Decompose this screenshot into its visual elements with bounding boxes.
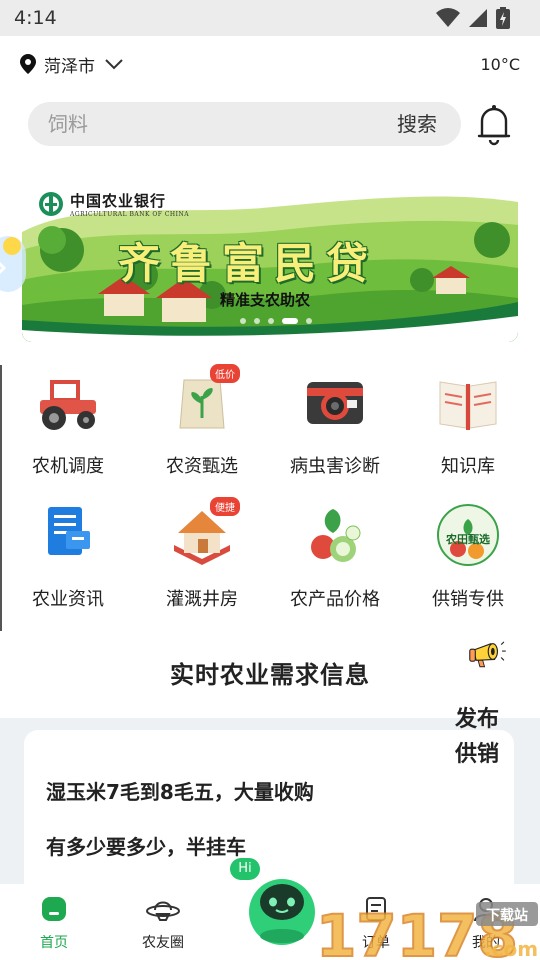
bank-name-en: AGRICULTURAL BANK OF CHINA	[70, 211, 190, 218]
left-edge-divider	[0, 365, 2, 631]
location-selector[interactable]: 菏泽市 10°C	[0, 44, 540, 84]
straw-hat-icon	[146, 901, 180, 921]
tractor-icon	[40, 380, 96, 430]
grid-label: 农机调度	[32, 456, 104, 477]
book-icon	[439, 381, 497, 430]
grid-label: 灌溉井房	[166, 589, 238, 610]
nav-label: 农友圈	[142, 935, 184, 951]
grid-item-news[interactable]: 农业资讯	[8, 503, 128, 611]
status-icons	[436, 7, 510, 29]
home-icon	[42, 897, 66, 921]
nav-community[interactable]: 农友圈	[123, 896, 203, 952]
grid-item-irrigation[interactable]: 便捷 灌溉井房	[142, 497, 262, 611]
grid-label: 病虫害诊断	[290, 456, 380, 477]
status-bar: 4:14	[0, 0, 540, 36]
farm-select-icon: 农田甄选	[437, 504, 499, 566]
banner-title: 齐鲁富民贷	[118, 239, 379, 288]
search-bar: 搜索	[28, 102, 461, 146]
battery-icon	[496, 7, 510, 29]
grid-item-pest-diagnosis[interactable]: 病虫害诊断	[275, 370, 395, 478]
demand-line: 湿玉米7毛到8毛五，大量收购	[46, 780, 314, 804]
floating-assistant-icon[interactable]	[0, 232, 36, 296]
watermark-badge: 下载站	[486, 907, 528, 924]
nav-label: 首页	[40, 935, 68, 951]
nav-home[interactable]: 首页	[14, 896, 94, 952]
location-city: 菏泽市	[44, 56, 95, 77]
signal-icon	[469, 9, 487, 27]
farm-select-text: 农田甄选	[445, 532, 490, 546]
publish-label-line: 供销	[455, 742, 500, 767]
grid-label: 供销专供	[432, 589, 504, 610]
temperature: 10°C	[480, 55, 520, 74]
grid-label: 农资甄选	[166, 456, 238, 477]
publish-supply-button[interactable]: 发布 供销	[455, 702, 499, 772]
news-icon	[48, 507, 90, 555]
megaphone-icon[interactable]	[440, 640, 530, 700]
banner-subtitle: 精准支农助农	[220, 291, 311, 309]
search-input[interactable]	[48, 102, 368, 146]
bank-logo: 中国农业银行 AGRICULTURAL BANK OF CHINA	[38, 190, 189, 218]
grid-label: 知识库	[441, 456, 495, 477]
pagination-dot[interactable]	[240, 318, 246, 324]
pagination-dot[interactable]	[306, 318, 312, 324]
pagination-dot[interactable]	[254, 318, 260, 324]
chevron-down-icon	[105, 59, 123, 70]
mascot-hi-bubble: Hi	[230, 858, 260, 880]
grid-item-supplies[interactable]: 低价 农资甄选	[142, 364, 262, 478]
vegetables-icon	[311, 509, 361, 562]
search-button[interactable]: 搜索	[397, 102, 437, 146]
pagination-dot-active[interactable]	[282, 318, 298, 324]
abc-bank-logo-icon	[39, 192, 63, 216]
pagination-dot[interactable]	[268, 318, 274, 324]
grid-item-machinery[interactable]: 农机调度	[8, 370, 128, 478]
demand-line: 有多少要多少，半挂车	[46, 835, 246, 859]
camera-icon	[307, 382, 363, 424]
location-pin-icon	[20, 54, 36, 74]
publish-label-line: 发布	[455, 707, 500, 732]
bell-icon[interactable]	[474, 102, 514, 146]
watermark-suffix: .com	[484, 937, 538, 960]
badge-low-price: 低价	[210, 364, 240, 383]
badge-convenient: 便捷	[210, 497, 240, 516]
grid-label: 农产品价格	[290, 589, 380, 610]
site-watermark-logo: 17178 .com 下载站	[316, 901, 538, 960]
grid-label: 农业资讯	[32, 589, 104, 610]
grid-item-knowledge[interactable]: 知识库	[408, 370, 528, 478]
wifi-icon	[436, 8, 460, 27]
grid-item-supply-marketing[interactable]: 农田甄选 供销专供	[408, 503, 528, 611]
grid-item-prices[interactable]: 农产品价格	[275, 503, 395, 611]
bank-name: 中国农业银行	[70, 192, 167, 210]
banner-pagination	[240, 318, 312, 324]
status-time: 4:14	[14, 7, 57, 29]
